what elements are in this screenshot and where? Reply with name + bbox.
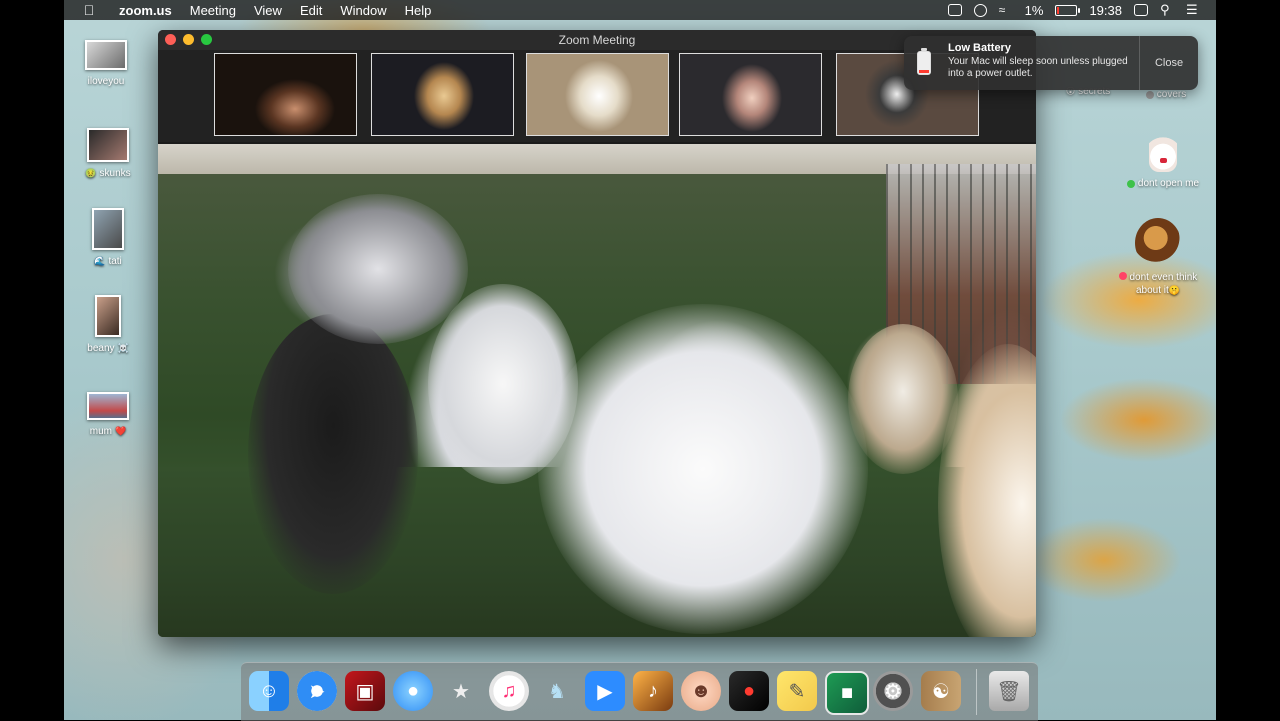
desktop-icon-mum[interactable]: mum ❤️: [80, 392, 136, 437]
notification-close-button[interactable]: Close: [1139, 36, 1198, 90]
icon-label: dont open me: [1137, 178, 1200, 189]
video-icon[interactable]: [947, 4, 962, 16]
active-speaker-video[interactable]: [158, 144, 1036, 637]
stickies-icon[interactable]: ✎: [777, 671, 817, 711]
folder-thumbnail: [85, 40, 127, 70]
bunny-icon: [1149, 128, 1177, 172]
voice-memos-icon[interactable]: ●: [729, 671, 769, 711]
minimize-window-button[interactable]: [183, 34, 194, 45]
icon-label: iloveyou: [87, 76, 125, 87]
wifi-icon[interactable]: ≈: [999, 4, 1013, 16]
left-letterbox: [0, 0, 64, 720]
zoom-icon[interactable]: ▶: [585, 671, 625, 711]
window-title: Zoom Meeting: [558, 33, 636, 47]
itunes-icon[interactable]: ♫: [489, 671, 529, 711]
tag-emoji: 🌊: [94, 256, 106, 266]
battery-percent[interactable]: 1%: [1025, 3, 1044, 18]
battery-icon[interactable]: [1055, 4, 1081, 16]
battery-low-icon: [917, 48, 931, 75]
notification-title: Low Battery: [948, 42, 1011, 54]
tag-emoji: ❤️: [115, 426, 127, 436]
menu-edit[interactable]: Edit: [291, 3, 331, 18]
notification-body: Your Mac will sleep soon unless plugged …: [948, 56, 1128, 79]
fullscreen-window-button[interactable]: [201, 34, 212, 45]
photos-icon[interactable]: ■: [825, 671, 869, 715]
messages-icon[interactable]: ●: [393, 671, 433, 711]
icon-label: skunks: [99, 168, 131, 179]
tag-dot: [1126, 179, 1135, 188]
menu-app-name[interactable]: zoom.us: [110, 3, 181, 18]
contacts-icon[interactable]: ☯: [921, 671, 961, 711]
desktop-icon-beany[interactable]: beany ☠️: [80, 295, 136, 354]
zoom-meeting-window[interactable]: Zoom Meeting: [158, 30, 1036, 637]
close-window-button[interactable]: [165, 34, 176, 45]
low-battery-notification[interactable]: Low Battery Your Mac will sleep soon unl…: [904, 36, 1198, 90]
tag-emoji: 🤢: [85, 168, 97, 178]
participant-tile[interactable]: [214, 53, 357, 136]
search-icon[interactable]: ⚲: [1160, 3, 1174, 16]
photo-thumbnail: [92, 208, 124, 250]
system-preferences-icon[interactable]: ⚙: [873, 671, 913, 711]
preview-icon[interactable]: ☻: [681, 671, 721, 711]
photo-thumbnail: [95, 295, 121, 337]
desktop-icon-tati[interactable]: 🌊 tati: [82, 208, 134, 267]
video-subject: [288, 194, 468, 344]
photo-thumbnail: [87, 392, 129, 420]
icon-label: tati: [108, 256, 122, 267]
participant-tile[interactable]: [371, 53, 514, 136]
trash-icon[interactable]: 🗑: [989, 671, 1029, 711]
tag-dot: [1118, 272, 1127, 280]
menu-view[interactable]: View: [245, 3, 291, 18]
desktop-icon-skunks[interactable]: 🤢 skunks: [80, 128, 136, 179]
icon-label: mum: [89, 426, 112, 437]
menu-help[interactable]: Help: [396, 3, 441, 18]
video-subject: [538, 304, 868, 634]
desktop-icon-dont-even-think-about-it[interactable]: dont even think about it🤫: [1110, 218, 1206, 297]
tag-dot: [1145, 90, 1154, 99]
tag-emoji: ☠️: [117, 343, 129, 353]
participant-tile[interactable]: [679, 53, 822, 136]
creative-cloud-icon[interactable]: [973, 3, 987, 17]
participant-tile[interactable]: [526, 53, 669, 136]
clock[interactable]: 19:38: [1089, 3, 1122, 18]
dock: ☺ ➤ ▣ ● ★ ♫ ♞ ▶ ♪ ☻ ● ✎ ■ ⚙ ☯ 🗑: [241, 662, 1038, 721]
apple-menu-icon[interactable]: : [82, 2, 96, 18]
garageband-icon[interactable]: ♪: [633, 671, 673, 711]
icon-label: covers: [1156, 89, 1187, 100]
video-subject: [248, 314, 418, 594]
menu-window[interactable]: Window: [331, 3, 395, 18]
desktop-icon-dont-open-me[interactable]: dont open me: [1118, 128, 1208, 191]
desktop-icon-covers[interactable]: covers: [1138, 89, 1194, 102]
right-letterbox: [1216, 0, 1280, 720]
display-icon[interactable]: [1134, 4, 1148, 16]
window-controls: [165, 34, 212, 45]
photo-booth-icon[interactable]: ▣: [345, 671, 385, 711]
tabby-icon[interactable]: ★: [441, 671, 481, 711]
menu-meeting[interactable]: Meeting: [181, 3, 245, 18]
menu-bar:  zoom.us Meeting View Edit Window Help …: [64, 0, 1216, 20]
list-icon[interactable]: ☰: [1186, 3, 1200, 16]
lion-icon: [1135, 218, 1181, 268]
photo-thumbnail: [87, 128, 129, 162]
tag-emoji: 🤫: [1168, 285, 1181, 295]
sequel-pro-icon[interactable]: ♞: [537, 671, 577, 711]
finder-icon[interactable]: ☺: [249, 671, 289, 711]
icon-label: dont even think about it: [1129, 272, 1198, 296]
icon-label: beany: [87, 343, 115, 354]
desktop-icon-iloveyou[interactable]: iloveyou: [80, 40, 132, 87]
safari-icon[interactable]: ➤: [297, 671, 337, 711]
dock-separator: [976, 669, 977, 715]
